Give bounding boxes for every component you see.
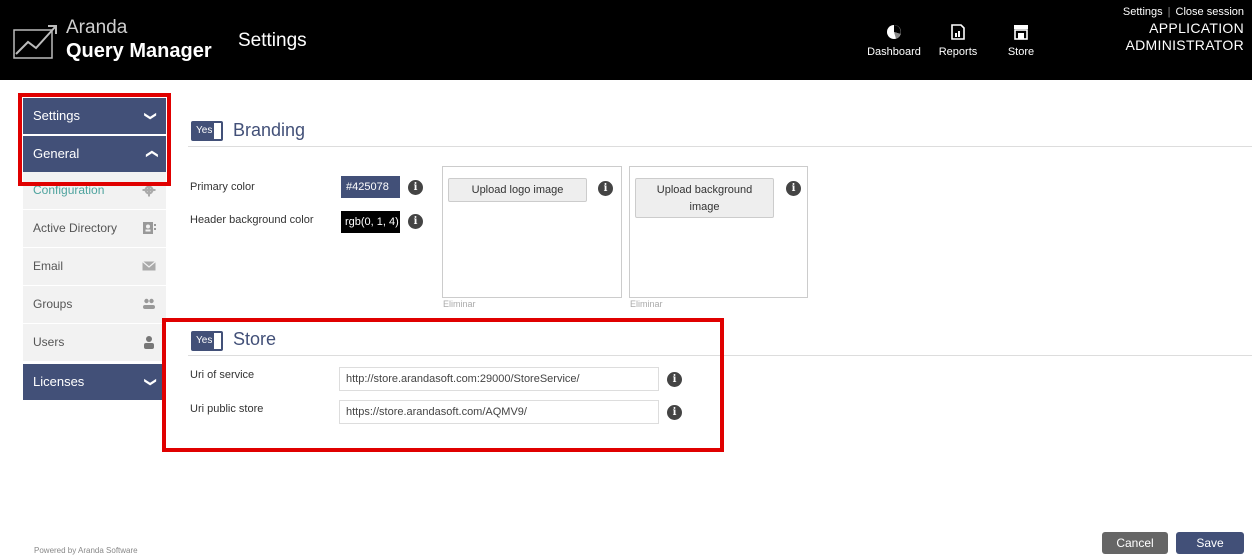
- reports-icon: [951, 24, 965, 40]
- info-icon[interactable]: i: [786, 181, 801, 196]
- sidebar-item-groups[interactable]: Groups: [23, 286, 166, 324]
- dashboard-icon: [887, 25, 901, 39]
- primary-color-field[interactable]: #425078: [341, 176, 400, 198]
- sidebar-item-active-directory[interactable]: Active Directory: [23, 210, 166, 248]
- envelope-icon: [142, 261, 156, 271]
- address-book-icon: [143, 222, 156, 234]
- cancel-button[interactable]: Cancel: [1102, 532, 1168, 554]
- user-role-line2: ADMINISTRATOR: [1125, 37, 1244, 53]
- upload-logo-button[interactable]: Upload logo image: [448, 178, 587, 202]
- nav-dashboard[interactable]: Dashboard: [866, 24, 922, 58]
- settings-link[interactable]: Settings: [1123, 6, 1163, 18]
- upload-background-button[interactable]: Upload background image: [635, 178, 774, 218]
- sidebar-item-email[interactable]: Email: [23, 248, 166, 286]
- info-icon[interactable]: i: [408, 214, 423, 229]
- sidebar-item-label: Active Directory: [33, 221, 118, 235]
- branding-toggle[interactable]: Yes: [191, 121, 223, 141]
- user-icon: [144, 336, 154, 349]
- sidebar-licenses-label: Licenses: [33, 374, 85, 389]
- branding-title: Branding: [233, 120, 306, 140]
- nav-reports[interactable]: Reports: [936, 24, 980, 58]
- info-icon[interactable]: i: [598, 181, 613, 196]
- app-header: Aranda Query Manager Settings Dashboard …: [0, 0, 1252, 80]
- save-button[interactable]: Save: [1176, 532, 1244, 554]
- product-name: Query Manager: [66, 40, 212, 62]
- highlight-box-store: [162, 318, 724, 452]
- header-bg-color-field[interactable]: rgb(0, 1, 4): [341, 211, 400, 233]
- group-icon: [143, 298, 155, 309]
- primary-color-label: Primary color: [190, 181, 255, 193]
- nav-dashboard-label: Dashboard: [867, 46, 921, 58]
- sidebar-item-label: Users: [33, 335, 65, 349]
- header-bg-color-label: Header background color: [190, 214, 314, 226]
- store-icon: [1014, 25, 1028, 40]
- branding-divider: [188, 146, 1252, 147]
- nav-store-label: Store: [1007, 46, 1035, 58]
- sidebar-licenses-header[interactable]: Licenses ❯: [23, 364, 166, 400]
- branding-toggle-label: Yes: [196, 125, 213, 136]
- page-title: Settings: [238, 30, 307, 51]
- user-role-line1: APPLICATION: [1149, 20, 1244, 36]
- brand-name: Aranda: [66, 17, 128, 38]
- toggle-knob: [214, 123, 221, 139]
- top-links: Settings | Close session APPLICATION ADMIN…: [1123, 6, 1244, 54]
- remove-logo-link[interactable]: Eliminar: [443, 299, 476, 309]
- remove-background-link[interactable]: Eliminar: [630, 299, 663, 309]
- highlight-box-sidebar: [18, 93, 171, 186]
- info-icon[interactable]: i: [408, 180, 423, 195]
- sidebar-item-label: Groups: [33, 297, 73, 311]
- nav-reports-label: Reports: [938, 46, 978, 58]
- powered-by-text: Powered by Aranda Software: [34, 546, 138, 555]
- close-session-link[interactable]: Close session: [1176, 6, 1244, 18]
- sidebar-item-label: Email: [33, 259, 64, 273]
- sidebar-item-users[interactable]: Users: [23, 324, 166, 362]
- logo-icon: [13, 25, 57, 59]
- link-separator: |: [1167, 6, 1171, 18]
- nav-store[interactable]: Store: [1004, 24, 1038, 58]
